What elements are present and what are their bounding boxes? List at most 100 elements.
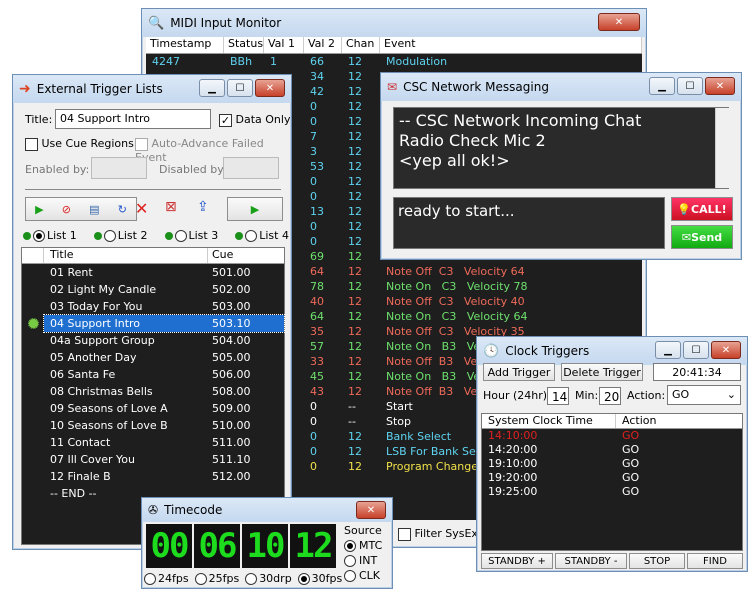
midi-row[interactable]: 4247 BBh 1 66 12 Modulation — [146, 54, 642, 69]
source-mtc-radio[interactable]: MTC — [344, 538, 382, 553]
filter-checkbox-box[interactable] — [398, 527, 411, 541]
trigger-rows[interactable]: 01 Rent 501.00 02 Light My Candle 502.00 03 … — [22, 264, 285, 502]
list-radio[interactable] — [174, 229, 187, 242]
trigger-row[interactable]: 07 Ill Cover You 511.10 — [22, 451, 284, 468]
source-int-radio[interactable]: INT — [344, 553, 382, 568]
trigger-row[interactable]: 12 Finale B 512.00 — [22, 468, 284, 485]
disabled-by-input[interactable] — [223, 157, 279, 179]
clock-row[interactable]: 19:25:00 GO — [482, 485, 742, 499]
clock-row[interactable]: 14:20:00 GO — [482, 443, 742, 457]
auto-advance-box[interactable] — [135, 137, 148, 151]
list-radio[interactable] — [33, 229, 45, 242]
min-input[interactable]: 20 — [599, 387, 621, 405]
clock-row[interactable]: 19:20:00 GO — [482, 471, 742, 485]
maximize-icon[interactable]: ☐ — [683, 341, 709, 359]
list-option[interactable]: List 3 — [164, 229, 218, 242]
trigger-row[interactable]: 04 Support Intro 503.10 — [22, 314, 285, 333]
clock-titlebar[interactable]: 🕓 Clock Triggers ▁ ☐ ✕ — [477, 337, 747, 365]
delete-icon[interactable]: ✕ — [135, 199, 148, 218]
send-button[interactable]: ✉ Send — [671, 225, 733, 249]
data-only-box[interactable]: ✓ — [219, 113, 232, 127]
maximize-icon[interactable]: ☐ — [677, 77, 703, 95]
timecode-titlebar[interactable]: ✇ Timecode ✕ — [142, 498, 392, 522]
col-title[interactable]: Title — [44, 248, 208, 263]
midi-col-header[interactable]: Val 1 — [264, 37, 304, 53]
export-icon[interactable]: ⇪ — [197, 199, 209, 215]
chat-scrollbar[interactable] — [715, 108, 729, 188]
clock-standby--button[interactable]: STANDBY - — [555, 553, 627, 569]
list-radio[interactable] — [103, 229, 116, 242]
list-option[interactable]: List 1 — [23, 229, 77, 242]
message-input[interactable]: ready to start... — [393, 197, 665, 249]
fps-24fps-radio[interactable]: 24fps — [144, 572, 189, 585]
add-trigger-button[interactable]: Add Trigger — [483, 363, 555, 381]
clear-icon[interactable]: ⊠ — [165, 199, 177, 215]
use-cue-checkbox[interactable]: Use Cue Regions — [25, 137, 134, 151]
fps-30drp-radio[interactable]: 30drp — [245, 572, 292, 585]
trigger-row[interactable]: 08 Christmas Bells 508.00 — [22, 383, 284, 400]
trigger-row[interactable]: 11 Contact 511.00 — [22, 434, 284, 451]
radio-icon[interactable] — [344, 570, 356, 582]
midi-col-header[interactable]: Timestamp — [146, 37, 224, 53]
col-action[interactable]: Action — [616, 414, 656, 428]
radio-icon[interactable] — [297, 572, 310, 585]
clock-row[interactable]: 14:10:00 GO — [482, 429, 742, 443]
csc-titlebar[interactable]: ✉ CSC Network Messaging ▁ ☐ ✕ — [381, 73, 741, 101]
col-time[interactable]: System Clock Time — [482, 414, 616, 428]
list-option[interactable]: List 4 — [235, 229, 289, 242]
clock-standby--button[interactable]: STANDBY + — [481, 553, 553, 569]
minimize-icon[interactable]: ▁ — [199, 79, 225, 97]
close-icon[interactable]: ✕ — [705, 77, 735, 95]
radio-icon[interactable] — [245, 572, 258, 585]
play-icon[interactable]: ▶ — [35, 203, 43, 216]
list-icon[interactable]: ▤ — [89, 203, 99, 216]
filter-sysex-checkbox[interactable]: Filter SysEx — [398, 527, 478, 541]
use-cue-box[interactable] — [25, 137, 38, 151]
fps-30fps-radio[interactable]: 30fps — [297, 572, 342, 585]
minimize-icon[interactable]: ▁ — [649, 77, 675, 95]
source-clk-radio[interactable]: CLK — [344, 568, 382, 583]
close-icon[interactable]: ✕ — [711, 341, 741, 359]
radio-icon[interactable] — [144, 572, 156, 585]
midi-col-header[interactable]: Chan — [342, 37, 380, 53]
delete-trigger-button[interactable]: Delete Trigger — [561, 363, 643, 381]
action-select[interactable]: GO ⌄ — [667, 385, 741, 405]
fps-25fps-radio[interactable]: 25fps — [194, 572, 239, 585]
call-button[interactable]: 💡 CALL! — [671, 197, 733, 221]
radio-icon[interactable] — [344, 540, 356, 552]
clock-find-button[interactable]: FIND — [687, 553, 743, 569]
title-input[interactable]: 04 Support Intro — [55, 109, 211, 129]
trigger-row[interactable]: 05 Another Day 505.00 — [22, 349, 284, 366]
radio-icon[interactable] — [344, 555, 356, 567]
close-icon[interactable]: ✕ — [598, 13, 640, 31]
list-option[interactable]: List 2 — [93, 229, 147, 242]
clock-rows[interactable]: 14:10:00 GO 14:20:00 GO 19:10:00 GO 19:20:00 GO… — [482, 429, 742, 499]
midi-col-header[interactable]: Status — [224, 37, 264, 53]
col-cue[interactable]: Cue — [208, 248, 233, 263]
trigger-row[interactable]: 09 Seasons of Love A 509.00 — [22, 400, 284, 417]
go-button[interactable]: ▶ — [227, 197, 283, 221]
refresh-icon[interactable]: ↻ — [118, 203, 127, 216]
midi-titlebar[interactable]: 🔍 MIDI Input Monitor ✕ — [142, 9, 646, 37]
trigger-row[interactable]: 01 Rent 501.00 — [22, 264, 284, 281]
trigger-row[interactable]: 02 Light My Candle 502.00 — [22, 281, 284, 298]
minimize-icon[interactable]: ▁ — [655, 341, 681, 359]
trigger-row[interactable]: 06 Santa Fe 506.00 — [22, 366, 284, 383]
midi-col-header[interactable]: Event — [380, 37, 642, 53]
trigger-row[interactable]: 04a Support Group 504.00 — [22, 332, 284, 349]
enabled-by-input[interactable] — [91, 157, 147, 179]
clock-stop-button[interactable]: STOP — [629, 553, 685, 569]
hour-input[interactable]: 14 — [547, 387, 569, 405]
data-only-checkbox[interactable]: ✓ Data Only — [219, 113, 290, 127]
clock-row[interactable]: 19:10:00 GO — [482, 457, 742, 471]
stop-icon[interactable]: ⊘ — [62, 203, 71, 216]
maximize-icon[interactable]: ☐ — [227, 79, 253, 97]
trigger-row[interactable]: 10 Seasons of Love B 510.00 — [22, 417, 284, 434]
trigger-row[interactable]: 03 Today For You 503.00 — [22, 298, 284, 315]
radio-icon[interactable] — [194, 572, 207, 585]
list-radio[interactable] — [245, 229, 258, 242]
close-icon[interactable]: ✕ — [356, 501, 386, 519]
close-icon[interactable]: ✕ — [255, 79, 285, 97]
midi-col-header[interactable]: Val 2 — [304, 37, 342, 53]
ext-titlebar[interactable]: ➜ External Trigger Lists ▁ ☐ ✕ — [13, 75, 291, 103]
